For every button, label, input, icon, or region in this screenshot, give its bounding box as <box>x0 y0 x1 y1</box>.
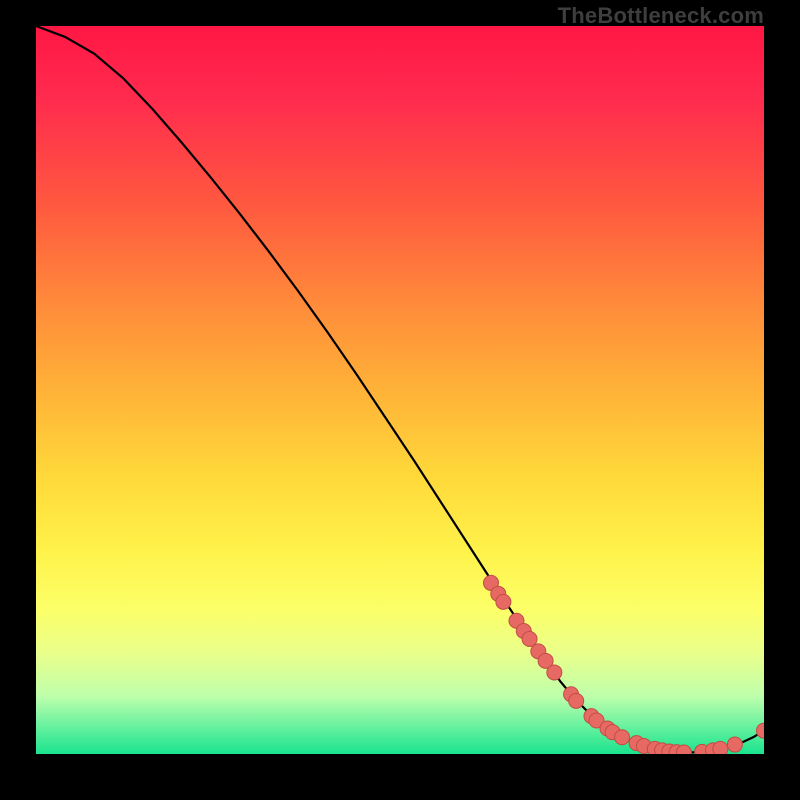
curve-marker <box>757 723 765 738</box>
curve-marker <box>727 737 742 752</box>
chart-container: TheBottleneck.com <box>0 0 800 800</box>
chart-svg <box>36 26 764 754</box>
bottleneck-curve <box>36 26 764 753</box>
curve-markers <box>484 575 765 754</box>
curve-marker <box>547 665 562 680</box>
curve-marker <box>713 741 728 754</box>
curve-marker <box>569 693 584 708</box>
curve-marker <box>496 594 511 609</box>
curve-marker <box>615 730 630 745</box>
